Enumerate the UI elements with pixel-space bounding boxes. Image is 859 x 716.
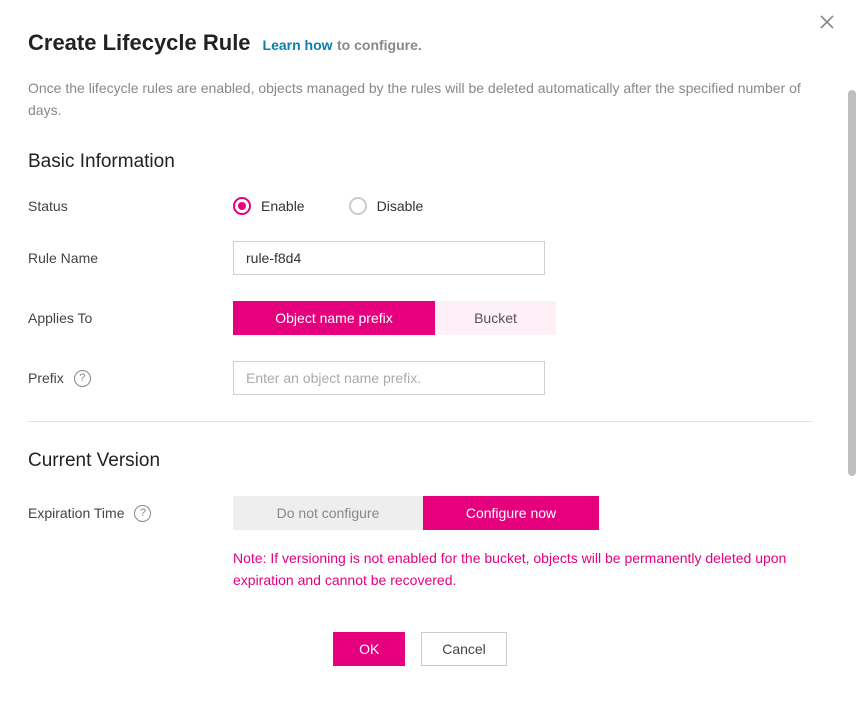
rule-name-input[interactable] (233, 241, 545, 275)
section-basic-information: Basic Information (28, 151, 812, 173)
header-suffix-text: to configure. (337, 37, 422, 53)
expiration-time-label: Expiration Time (28, 505, 124, 521)
versioning-note: Note: If versioning is not enabled for t… (233, 548, 812, 591)
radio-icon (233, 197, 251, 215)
rule-name-label: Rule Name (28, 250, 233, 266)
close-icon[interactable] (819, 14, 835, 30)
expiration-configure-now-button[interactable]: Configure now (423, 496, 599, 530)
scrollbar-thumb[interactable] (848, 90, 856, 476)
applies-to-prefix-button[interactable]: Object name prefix (233, 301, 435, 335)
prefix-input[interactable] (233, 361, 545, 395)
applies-to-label: Applies To (28, 310, 233, 326)
applies-to-bucket-button[interactable]: Bucket (435, 301, 556, 335)
expiration-do-not-configure-button[interactable]: Do not configure (233, 496, 423, 530)
status-radio-enable[interactable]: Enable (233, 197, 305, 215)
description-text: Once the lifecycle rules are enabled, ob… (28, 78, 812, 121)
cancel-button[interactable]: Cancel (421, 632, 507, 666)
ok-button[interactable]: OK (333, 632, 405, 666)
prefix-label: Prefix (28, 370, 64, 386)
status-label: Status (28, 198, 233, 214)
divider (28, 421, 812, 422)
radio-icon (349, 197, 367, 215)
radio-label: Disable (377, 198, 424, 214)
help-icon[interactable]: ? (74, 370, 91, 387)
status-radio-disable[interactable]: Disable (349, 197, 424, 215)
page-title: Create Lifecycle Rule (28, 30, 251, 56)
radio-label: Enable (261, 198, 305, 214)
section-current-version: Current Version (28, 450, 812, 472)
help-icon[interactable]: ? (134, 505, 151, 522)
learn-how-link[interactable]: Learn how (263, 37, 333, 53)
